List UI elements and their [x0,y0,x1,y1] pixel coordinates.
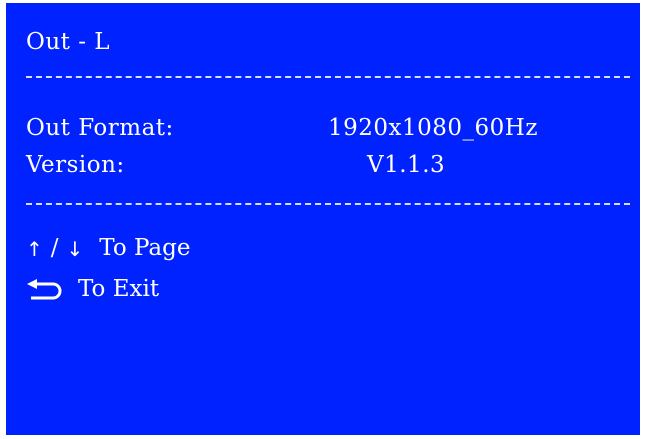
out-format-label: Out Format: [26,115,174,141]
down-arrow-icon: ↓ [66,236,84,261]
exit-hint-row: To Exit [26,278,159,301]
return-arrow-icon [26,278,66,301]
version-label: Version: [26,152,125,178]
page-hint-text: To Page [99,235,191,261]
divider-top [26,76,630,78]
menu-title: Out - L [26,29,111,55]
divider-bottom [26,203,630,205]
out-format-value: 1920x1080_60Hz [328,115,538,141]
osd-menu-panel: Out - L Out Format: 1920x1080_60Hz Versi… [6,3,640,435]
arrow-separator: / [50,235,59,261]
up-arrow-icon: ↑ [26,236,43,261]
exit-hint-text: To Exit [78,276,160,302]
version-value: V1.1.3 [367,152,446,178]
page-hint-row: ↑ / ↓ To Page [26,237,190,260]
